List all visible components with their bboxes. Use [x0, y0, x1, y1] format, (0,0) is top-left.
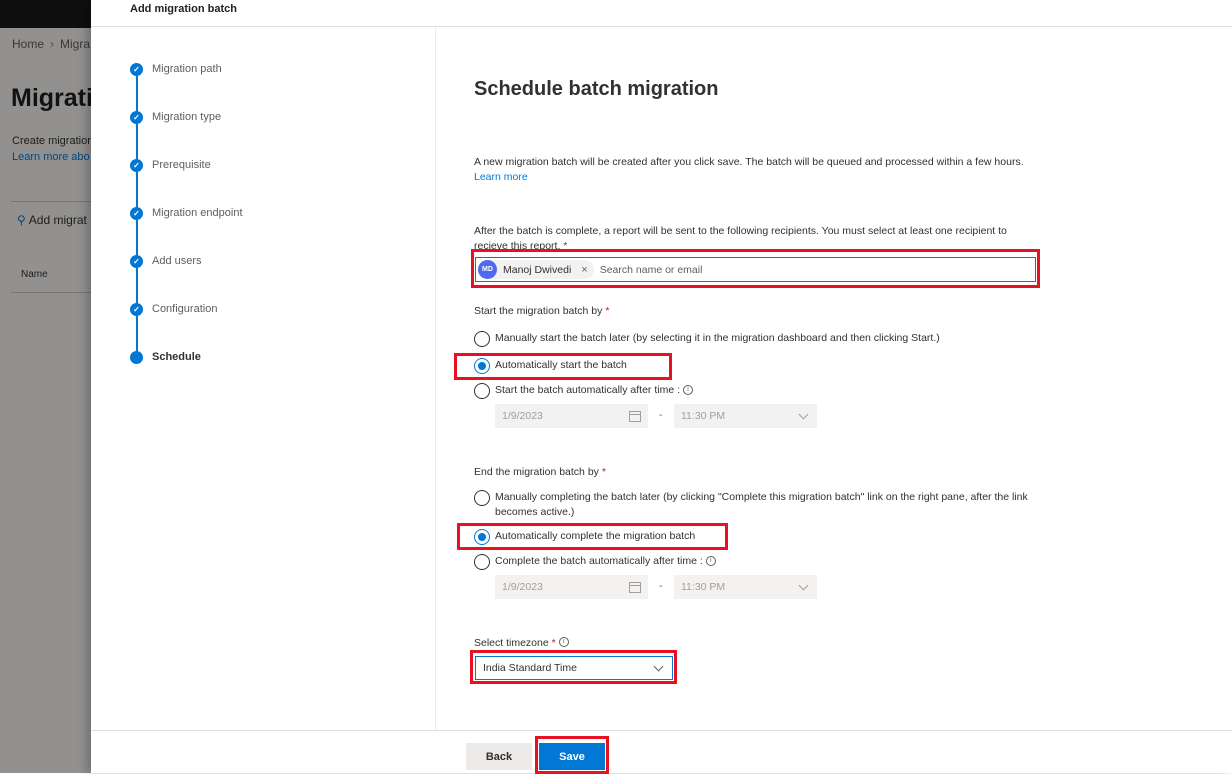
check-icon: ✓ [130, 302, 143, 316]
back-button[interactable]: Back [466, 743, 532, 770]
step-label: Migration type [152, 111, 222, 123]
recipient-name: Manoj Dwivedi [503, 263, 572, 276]
step-schedule[interactable]: Schedule [130, 347, 201, 367]
calendar-icon [629, 581, 641, 593]
radio-button-checked[interactable] [474, 358, 490, 374]
step-label: Configuration [152, 303, 218, 315]
radio-start-after-time[interactable]: Start the batch automatically after time… [474, 383, 694, 399]
calendar-icon [629, 410, 641, 422]
close-icon[interactable]: × [581, 264, 587, 276]
chevron-down-icon [653, 661, 664, 671]
end-time-dropdown[interactable]: 11:30 PM [674, 575, 817, 599]
check-icon: ✓ [130, 110, 143, 124]
step-prerequisite[interactable]: ✓ Prerequisite [130, 155, 211, 175]
wizard-stepper: ✓ Migration path ✓ Migration type ✓ Prer… [91, 27, 436, 730]
end-batch-label-text: End the migration batch by [474, 466, 599, 478]
step-label: Prerequisite [152, 159, 211, 171]
step-configuration[interactable]: ✓ Configuration [130, 299, 217, 319]
radio-button-checked[interactable] [474, 529, 490, 545]
info-icon[interactable]: i [705, 556, 716, 567]
radio-label: Automatically complete the migration bat… [495, 530, 696, 542]
radio-start-manually[interactable]: Manually start the batch later (by selec… [474, 331, 940, 347]
learn-more-link[interactable]: Learn more [474, 171, 528, 183]
current-step-icon [130, 350, 143, 364]
date-time-separator: - [659, 409, 663, 421]
check-icon: ✓ [130, 158, 143, 172]
recipients-people-picker[interactable]: MD Manoj Dwivedi × [475, 257, 1036, 282]
step-connector [135, 124, 138, 159]
required-mark: * [601, 466, 606, 478]
radio-label-text: Complete the batch automatically after t… [495, 555, 703, 567]
radio-label: Complete the batch automatically after t… [495, 554, 716, 569]
radio-button[interactable] [474, 490, 490, 506]
info-icon[interactable]: i [683, 385, 694, 396]
step-connector [135, 76, 138, 111]
timezone-dropdown[interactable]: India Standard Time [475, 656, 673, 680]
step-connector [135, 172, 138, 207]
step-label: Add users [152, 255, 202, 267]
intro-text: A new migration batch will be created af… [474, 155, 1034, 185]
radio-button[interactable] [474, 554, 490, 570]
start-time-dropdown[interactable]: 11:30 PM [674, 404, 817, 428]
end-time-value: 11:30 PM [681, 581, 726, 593]
end-date-value: 1/9/2023 [502, 581, 543, 593]
required-mark: * [551, 637, 556, 649]
step-connector [135, 316, 138, 351]
timezone-label: Select timezone * i [474, 637, 569, 649]
check-icon: ✓ [130, 206, 143, 220]
step-migration-endpoint[interactable]: ✓ Migration endpoint [130, 203, 243, 223]
recipients-label: After the batch is complete, a report wi… [474, 224, 1034, 254]
radio-end-manually[interactable]: Manually completing the batch later (by … [474, 490, 1044, 520]
check-icon: ✓ [130, 62, 143, 76]
required-mark: * [605, 305, 610, 317]
radio-label-text: Start the batch automatically after time… [495, 384, 681, 396]
end-date-picker[interactable]: 1/9/2023 [495, 575, 648, 599]
radio-start-automatically[interactable]: Automatically start the batch [474, 358, 627, 374]
info-icon[interactable]: i [558, 637, 569, 647]
recipients-label-text: After the batch is complete, a report wi… [474, 225, 1007, 252]
panel-footer: Back Save [91, 730, 1232, 774]
timezone-label-text: Select timezone [474, 637, 549, 649]
recipient-search-input[interactable] [599, 263, 1035, 276]
radio-label: Manually completing the batch later (by … [495, 491, 1028, 518]
start-batch-label: Start the migration batch by * [474, 305, 609, 317]
step-label: Migration endpoint [152, 207, 243, 219]
step-add-users[interactable]: ✓ Add users [130, 251, 202, 271]
save-button[interactable]: Save [539, 743, 605, 770]
radio-button[interactable] [474, 383, 490, 399]
step-label: Schedule [152, 351, 201, 363]
step-label: Migration path [152, 63, 222, 75]
check-icon: ✓ [130, 254, 143, 268]
step-migration-type[interactable]: ✓ Migration type [130, 107, 221, 127]
panel-title: Add migration batch [130, 3, 237, 15]
add-migration-batch-panel: Add migration batch ✓ Migration path ✓ M… [91, 0, 1232, 774]
start-batch-label-text: Start the migration batch by [474, 305, 603, 317]
start-time-value: 11:30 PM [681, 410, 726, 422]
radio-end-after-time[interactable]: Complete the batch automatically after t… [474, 554, 716, 570]
date-time-separator: - [659, 580, 663, 592]
end-batch-label: End the migration batch by * [474, 466, 606, 478]
chevron-down-icon [798, 580, 809, 590]
radio-label: Automatically start the batch [495, 359, 627, 371]
radio-label: Manually start the batch later (by selec… [495, 332, 940, 344]
timezone-value: India Standard Time [483, 662, 577, 674]
avatar: MD [478, 260, 497, 279]
step-migration-path[interactable]: ✓ Migration path [130, 59, 222, 79]
chevron-down-icon [798, 409, 809, 419]
radio-label: Start the batch automatically after time… [495, 383, 694, 398]
required-mark: * [563, 240, 568, 252]
panel-header: Add migration batch [91, 0, 1232, 27]
radio-button[interactable] [474, 331, 490, 347]
start-date-picker[interactable]: 1/9/2023 [495, 404, 648, 428]
step-connector [135, 268, 138, 303]
start-date-value: 1/9/2023 [502, 410, 543, 422]
radio-end-automatically[interactable]: Automatically complete the migration bat… [474, 529, 695, 545]
recipient-chip[interactable]: MD Manoj Dwivedi × [478, 260, 594, 279]
section-title: Schedule batch migration [474, 78, 719, 100]
step-connector [135, 220, 138, 255]
intro-body: A new migration batch will be created af… [474, 156, 1024, 168]
